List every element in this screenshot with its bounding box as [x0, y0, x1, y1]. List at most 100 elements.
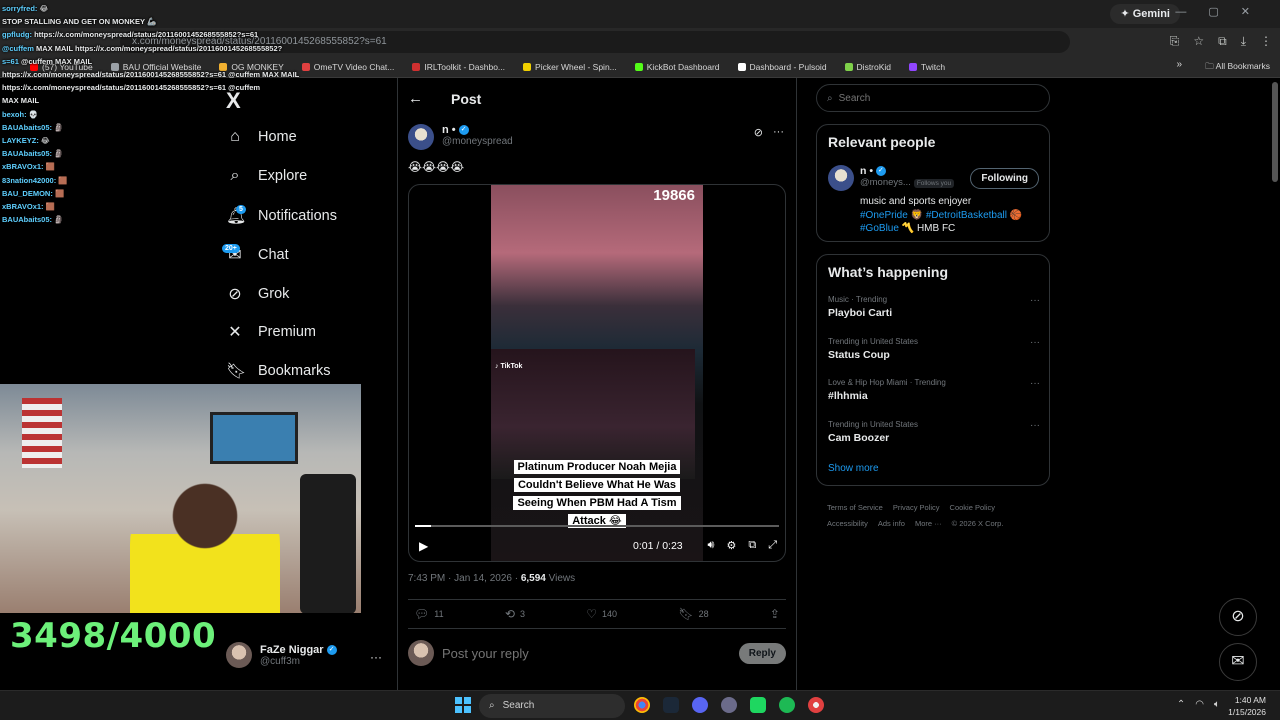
video-player[interactable]: 19866 ♪ TikTok Platinum Producer Noah Me… — [408, 184, 786, 562]
bookmark-item[interactable]: IRLToolkit - Dashbo... — [412, 62, 505, 72]
search-box[interactable]: ⌕ — [816, 84, 1050, 112]
chat-username: BAUAbaits05: — [2, 122, 53, 132]
footer-link[interactable]: More ··· — [915, 519, 942, 528]
chat-username: LAYKEYZ: — [2, 136, 39, 146]
grok-icon[interactable]: ⊘ — [754, 126, 763, 139]
browser-toolbar-icons: ⎘ ☆ ⧉ ⤓ ⋮ — [1170, 34, 1272, 49]
reply-button[interactable]: 💬︎ 11 — [414, 607, 444, 621]
hashtag-link[interactable]: #GoBlue — [860, 223, 899, 234]
post-header: ← Post — [408, 90, 481, 107]
author-avatar[interactable] — [408, 124, 434, 150]
menu-dots-icon[interactable]: ⋮ — [1260, 34, 1272, 49]
following-button[interactable]: Following — [970, 168, 1039, 189]
search-input[interactable] — [838, 92, 1019, 104]
play-icon[interactable]: ▶ — [419, 539, 428, 553]
reply-icon: 💬︎ — [414, 607, 430, 621]
spotify-app-icon[interactable] — [779, 697, 795, 713]
more-icon[interactable]: ··· — [773, 126, 784, 139]
extension-icon[interactable]: ⧉ — [1218, 34, 1227, 49]
share-button[interactable]: ⇪ — [770, 607, 780, 621]
grok-float-button[interactable]: ⊘ — [1219, 598, 1257, 636]
trend-item[interactable]: Love & Hip Hop Miami · Trending #lhhmia ··… — [828, 378, 1040, 402]
nav-item-premium[interactable]: ✕ Premium — [226, 322, 316, 342]
trend-item[interactable]: Music · Trending Playboi Carti ··· — [828, 295, 1040, 319]
nav-item-grok[interactable]: ⊘ Grok — [226, 284, 289, 304]
footer-link[interactable]: Cookie Policy — [950, 503, 995, 512]
bookmark-item[interactable]: DistroKid — [844, 62, 891, 72]
webcam-flag — [22, 398, 62, 468]
clock-time: 1:40 AM — [1234, 695, 1266, 705]
footer-link[interactable]: Privacy Policy — [893, 503, 940, 512]
footer-link[interactable]: © 2026 X Corp. — [952, 519, 1004, 528]
gemini-button[interactable]: ✦ Gemini — [1110, 4, 1180, 24]
goal-counter: 3498/4000 — [10, 616, 217, 656]
relevant-user-avatar — [828, 165, 854, 191]
footer-link[interactable]: Accessibility — [827, 519, 868, 528]
relevant-user-bio: music and sports enjoyer #OnePride 🦁 #De… — [860, 195, 1040, 236]
chrome-app-icon[interactable] — [634, 697, 650, 713]
volume-icon[interactable]: 🔊︎ — [708, 539, 715, 552]
account-switcher[interactable]: FaZe Niggar ✓ @cuff3m — [226, 642, 337, 668]
kick-app-icon[interactable] — [750, 697, 766, 713]
nav-item-bookmarks[interactable]: 🔖︎ Bookmarks — [226, 361, 331, 381]
more-icon[interactable]: ··· — [1030, 295, 1040, 306]
search-icon: ⌕ — [827, 92, 833, 104]
obs-app-icon[interactable] — [721, 697, 737, 713]
more-icon[interactable]: ··· — [1030, 420, 1040, 431]
bookmark-button[interactable]: 🔖︎ 28 — [678, 607, 708, 621]
relevant-people-card: Relevant people n • ✓ @moneys... Follows … — [816, 124, 1050, 242]
chat-message: s=61 @cuffem MAX MAIL — [2, 55, 302, 68]
video-progress-bar[interactable] — [415, 525, 779, 527]
scrollbar[interactable] — [1272, 82, 1278, 182]
picture-in-picture-icon[interactable]: ⧉ — [748, 539, 756, 552]
browser-app-icon[interactable] — [808, 697, 824, 713]
trend-context: Love & Hip Hop Miami · Trending — [828, 378, 946, 387]
speaker-icon[interactable]: 🔈︎ — [1214, 699, 1220, 710]
tray-expand-icon[interactable]: ⌃ — [1177, 699, 1185, 710]
bookmark-item[interactable]: Twitch — [909, 62, 945, 72]
download-icon[interactable]: ⤓ — [1241, 34, 1246, 49]
window-controls[interactable]: —▢✕ — [1175, 5, 1272, 18]
post-timestamp[interactable]: 7:43 PM · Jan 14, 2026 · — [408, 573, 521, 584]
hashtag-link[interactable]: #DetroitBasketball — [926, 210, 1007, 221]
like-button[interactable]: ♡ 140 — [586, 607, 617, 621]
account-more-button[interactable]: ··· — [370, 650, 382, 664]
hashtag-link[interactable]: #OnePride — [860, 210, 908, 221]
show-more-link[interactable]: Show more — [828, 463, 879, 474]
relevant-user[interactable]: n • ✓ @moneys... Follows you — [828, 165, 955, 191]
bookmarks-overflow-button[interactable]: » — [1176, 59, 1182, 70]
more-icon[interactable]: ··· — [1030, 337, 1040, 348]
all-bookmarks-button[interactable]: 🗀 All Bookmarks — [1205, 61, 1270, 75]
post-author[interactable]: n • ✓ @moneyspread — [408, 124, 513, 150]
repost-button[interactable]: ⟲ 3 — [505, 607, 525, 621]
install-icon[interactable]: ⎘ — [1170, 34, 1180, 49]
chat-username: @cuffem — [2, 43, 34, 53]
reply-submit-button[interactable]: Reply — [738, 642, 786, 664]
windows-start-icon[interactable] — [455, 697, 471, 713]
discord-app-icon[interactable] — [692, 697, 708, 713]
back-arrow-icon[interactable]: ← — [408, 90, 423, 107]
bookmark-item[interactable]: OmeTV Video Chat... — [301, 62, 394, 72]
chat-message: BAUAbaits05: 🗿 — [2, 213, 302, 226]
settings-gear-icon[interactable]: ⚙ — [726, 539, 736, 552]
bookmark-star-icon[interactable]: ☆ — [1193, 34, 1204, 49]
fullscreen-icon[interactable]: ⤢ — [768, 539, 777, 552]
more-icon[interactable]: ··· — [1030, 378, 1040, 389]
trend-item[interactable]: Trending in United States Cam Boozer ··· — [828, 420, 1040, 444]
messages-float-button[interactable]: ✉ — [1219, 643, 1257, 681]
bookmark-item[interactable]: KickBot Dashboard — [634, 61, 720, 72]
author-name: n • — [442, 124, 456, 136]
chat-text: 🟫 — [45, 202, 55, 212]
steam-app-icon[interactable] — [663, 697, 679, 713]
footer-link[interactable]: Terms of Service — [827, 503, 883, 512]
reply-input[interactable] — [442, 645, 731, 661]
wifi-icon[interactable]: ◠ — [1195, 699, 1204, 710]
chat-username: bexoh: — [2, 109, 27, 119]
trend-item[interactable]: Trending in United States Status Coup ··· — [828, 337, 1040, 361]
bookmark-label: KickBot Dashboard — [646, 61, 720, 72]
bookmark-item[interactable]: Dashboard - Pulsoid — [737, 62, 827, 72]
footer-link[interactable]: Ads info — [878, 519, 905, 528]
taskbar-search[interactable]: ⌕ Search — [479, 694, 625, 718]
taskbar-clock[interactable]: 1:40 AM 1/15/2026 — [1228, 694, 1266, 718]
bookmark-item[interactable]: Picker Wheel - Spin... — [523, 62, 617, 72]
